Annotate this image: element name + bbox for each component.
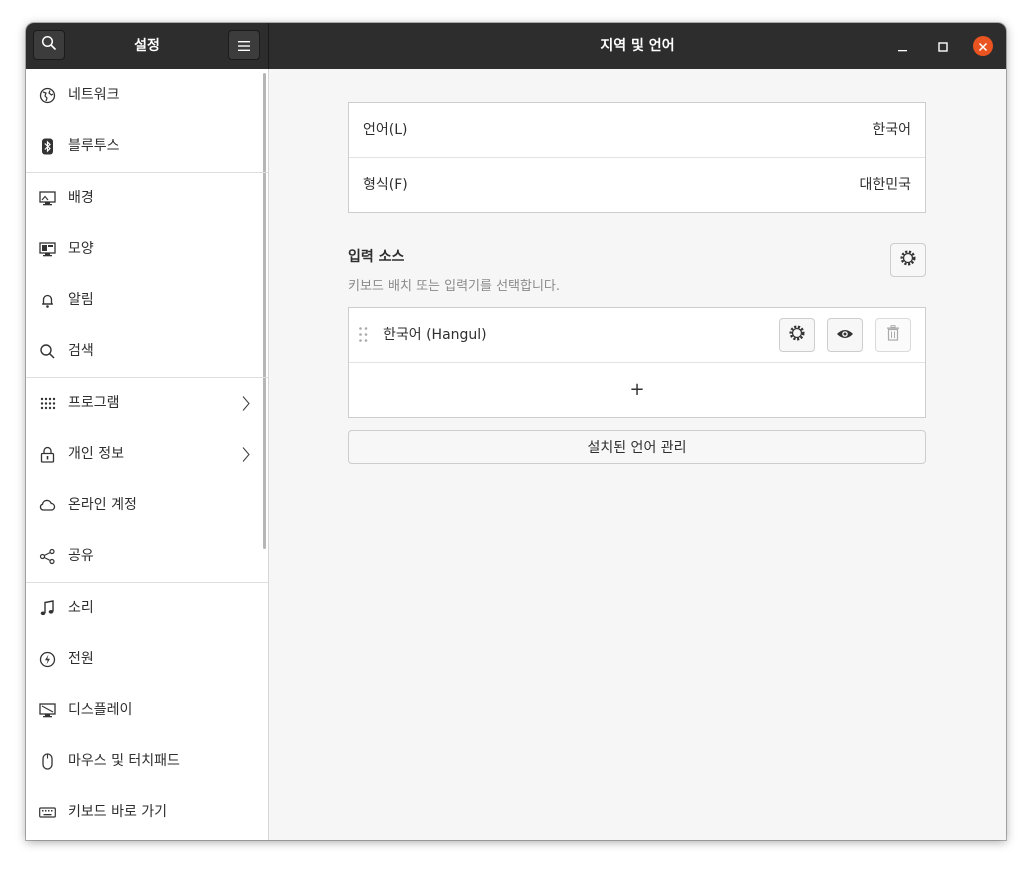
input-sources-title: 입력 소스 [348, 249, 405, 265]
menu-button[interactable] [228, 30, 260, 60]
monitor-background-icon [39, 190, 56, 207]
cloud-icon [39, 497, 56, 514]
bell-icon [39, 292, 56, 309]
formats-row[interactable]: 형식(F) 대한민국 [349, 158, 925, 212]
keyboard-icon [39, 804, 56, 821]
maximize-button[interactable] [933, 36, 953, 56]
minimize-button[interactable] [893, 36, 913, 56]
language-label: 언어(L) [363, 122, 408, 138]
search-icon [41, 35, 57, 55]
share-icon [39, 548, 56, 565]
sidebar-item-notifications[interactable]: 알림 [26, 275, 268, 326]
appearance-icon [39, 241, 56, 258]
formats-label: 형식(F) [363, 177, 408, 193]
sidebar-item-label: 블루투스 [68, 138, 120, 154]
sidebar-item-label: 키보드 바로 가기 [68, 804, 168, 820]
sidebar-header: 설정 [26, 23, 269, 69]
power-icon [39, 651, 56, 668]
close-icon [978, 37, 988, 56]
input-source-remove-button[interactable] [875, 318, 911, 352]
language-row[interactable]: 언어(L) 한국어 [349, 103, 925, 157]
sidebar-item-online-accounts[interactable]: 온라인 계정 [26, 480, 268, 531]
sidebar-item-privacy[interactable]: 개인 정보 [26, 429, 268, 480]
music-note-icon [39, 600, 56, 617]
input-sources-description: 키보드 배치 또는 입력기를 선택합니다. [348, 279, 561, 294]
maximize-icon [938, 37, 948, 56]
manage-installed-languages-label: 설치된 언어 관리 [587, 440, 687, 456]
sidebar-item-label: 알림 [68, 292, 94, 308]
minimize-icon [898, 37, 908, 56]
sidebar-item-label: 온라인 계정 [68, 497, 137, 513]
sidebar-item-label: 디스플레이 [68, 702, 133, 718]
sidebar-item-mouse-touchpad[interactable]: 마우스 및 터치패드 [26, 736, 268, 787]
language-value: 한국어 [872, 122, 911, 138]
sidebar-item-label: 모양 [68, 241, 94, 257]
header-bar: 설정 지역 및 언어 [26, 23, 1006, 69]
mouse-icon [39, 753, 56, 770]
search-button[interactable] [33, 30, 65, 60]
sidebar-item-sound[interactable]: 소리 [26, 583, 268, 634]
sidebar-item-keyboard-shortcuts[interactable]: 키보드 바로 가기 [26, 787, 268, 838]
sidebar-item-power[interactable]: 전원 [26, 634, 268, 685]
input-source-label: 한국어 (Hangul) [383, 327, 487, 343]
input-source-settings-button[interactable] [779, 318, 815, 352]
add-input-source-row[interactable]: + [349, 363, 925, 417]
add-icon: + [629, 379, 645, 400]
sidebar-item-applications[interactable]: 프로그램 [26, 378, 268, 429]
close-button[interactable] [973, 36, 993, 56]
settings-window: 설정 지역 및 언어 네트워크 블루투스 배경 모양 알림 검색 프로그램 개인… [26, 23, 1006, 840]
trash-icon [886, 325, 900, 345]
sidebar-item-label: 프로그램 [68, 395, 120, 411]
sidebar-item-label: 개인 정보 [68, 446, 124, 462]
main-content: 언어(L) 한국어 형식(F) 대한민국 입력 소스 키보드 배치 또는 입력기… [269, 69, 1006, 840]
apps-grid-icon [39, 395, 56, 412]
chevron-right-icon [240, 446, 252, 463]
sidebar-item-search[interactable]: 검색 [26, 326, 268, 377]
sidebar-item-label: 공유 [68, 548, 94, 564]
drag-handle-icon[interactable] [359, 327, 368, 346]
sidebar-item-bluetooth[interactable]: 블루투스 [26, 121, 268, 172]
sidebar-item-network[interactable]: 네트워크 [26, 70, 268, 121]
sidebar-item-label: 소리 [68, 600, 94, 616]
sidebar-item-label: 전원 [68, 651, 94, 667]
lock-icon [39, 446, 56, 463]
eye-icon [836, 326, 854, 345]
chevron-right-icon [240, 395, 252, 412]
sidebar-item-sharing[interactable]: 공유 [26, 531, 268, 582]
input-source-preview-button[interactable] [827, 318, 863, 352]
hamburger-menu-icon [238, 36, 250, 55]
sidebar-item-label: 배경 [68, 190, 94, 206]
sidebar: 네트워크 블루투스 배경 모양 알림 검색 프로그램 개인 정보 온라인 계정 … [26, 69, 269, 840]
manage-installed-languages-button[interactable]: 설치된 언어 관리 [348, 430, 926, 464]
sidebar-item-appearance[interactable]: 모양 [26, 224, 268, 275]
sidebar-title: 설정 [134, 38, 160, 54]
sidebar-item-label: 검색 [68, 343, 94, 359]
sidebar-item-label: 마우스 및 터치패드 [68, 753, 180, 769]
bluetooth-icon [39, 138, 56, 155]
globe-network-icon [39, 87, 56, 104]
gear-icon [788, 324, 806, 346]
sidebar-item-displays[interactable]: 디스플레이 [26, 685, 268, 736]
input-sources-list: 한국어 (Hangul) + [348, 307, 926, 418]
display-icon [39, 702, 56, 719]
input-source-row[interactable]: 한국어 (Hangul) [349, 308, 925, 362]
search-icon [39, 343, 56, 360]
input-sources-options-button[interactable] [890, 243, 926, 277]
sidebar-item-background[interactable]: 배경 [26, 173, 268, 224]
language-format-card: 언어(L) 한국어 형식(F) 대한민국 [348, 102, 926, 213]
gear-icon [899, 249, 917, 271]
formats-value: 대한민국 [859, 177, 911, 193]
sidebar-item-label: 네트워크 [68, 87, 120, 103]
